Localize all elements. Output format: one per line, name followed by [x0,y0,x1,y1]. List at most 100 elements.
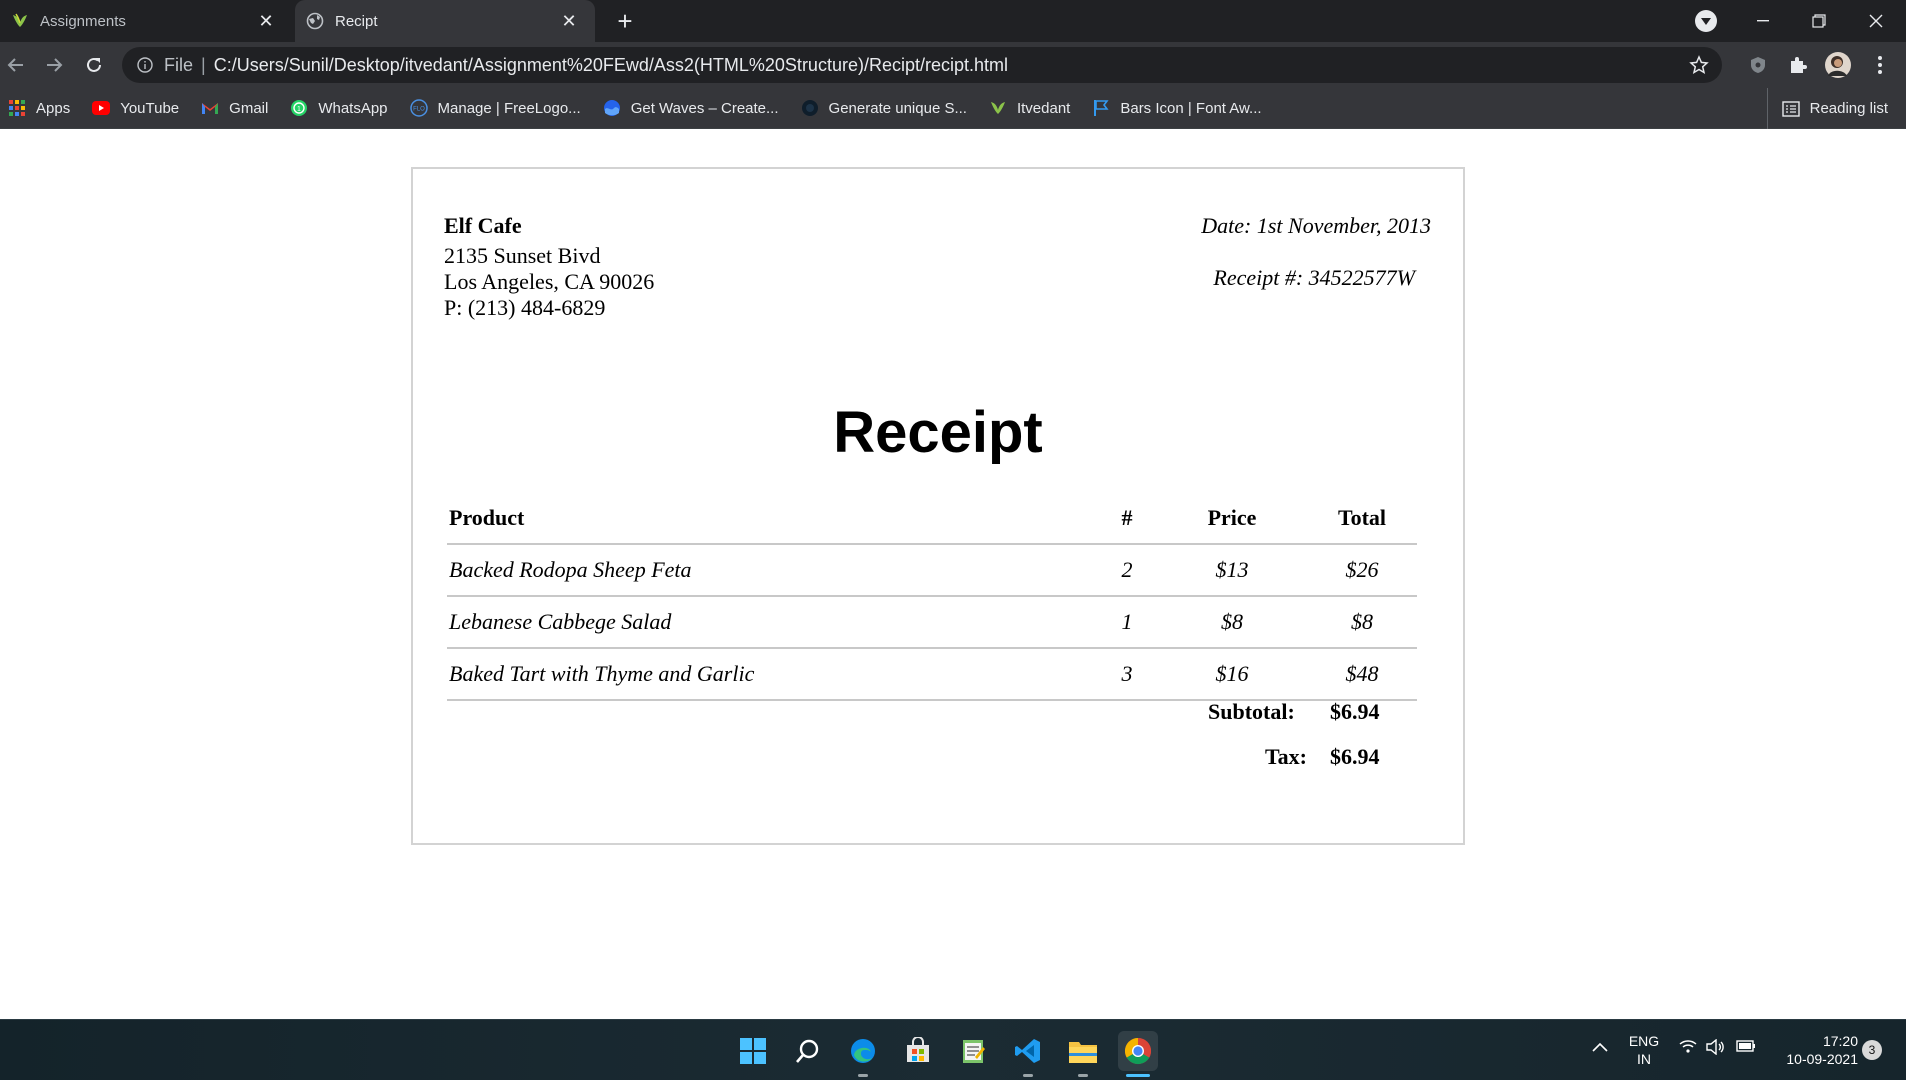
table-header-row: Product # Price Total [447,492,1417,545]
divider: | [201,54,206,75]
bookmark-star-icon[interactable] [1688,54,1710,76]
close-icon[interactable]: ✕ [254,9,278,33]
arrow-right-icon [47,58,63,72]
window-close-icon[interactable] [1848,0,1904,42]
store-icon[interactable] [898,1031,938,1071]
running-indicator [1023,1074,1033,1077]
page-title: Receipt [833,400,1043,465]
column-header-total: Total [1307,492,1417,545]
bookmark-generate[interactable]: Generate unique S... [793,93,975,123]
dark-circle-icon [801,99,819,117]
reading-list-button[interactable]: Reading list [1766,88,1906,129]
tab-assignments[interactable]: Assignments ✕ [0,0,292,42]
tax-label: Tax: [1265,744,1307,769]
restore-icon[interactable] [1791,0,1847,42]
bookmark-freelogo[interactable]: FLO Manage | FreeLogo... [402,93,589,123]
minimize-icon[interactable] [1735,0,1791,42]
table-row: Lebanese Cabbege Salad 1 $8 $8 [447,596,1417,649]
tab-recipt[interactable]: Recipt ✕ [295,0,595,42]
column-header-price: Price [1157,492,1307,545]
cell-total: $26 [1307,544,1417,597]
notepad-icon[interactable] [953,1031,993,1071]
bookmark-label: Get Waves – Create... [630,99,779,117]
company-address-line1: 2135 Sunset Bivd [444,243,601,268]
battery-icon[interactable] [1735,1039,1757,1057]
back-button[interactable] [0,49,32,81]
bookmark-youtube[interactable]: YouTube [84,93,187,123]
cell-qty: 2 [1097,544,1157,597]
running-indicator [858,1074,868,1077]
cell-product: Backed Rodopa Sheep Feta [447,544,1097,597]
bookmark-label: WhatsApp [318,99,388,117]
kebab-menu-icon[interactable] [1865,50,1895,80]
vscode-icon[interactable] [1008,1031,1048,1077]
subtotal-label: Subtotal: [1208,699,1295,724]
apps-grid-icon [8,99,26,117]
bookmark-itvedant[interactable]: Itvedant [981,93,1078,123]
shield-extension-icon[interactable] [1743,50,1773,80]
info-icon[interactable] [136,56,154,74]
notification-badge[interactable]: 3 [1862,1040,1882,1060]
bookmark-label: Generate unique S... [828,99,967,117]
avatar[interactable] [1823,50,1853,80]
whatsapp-icon: 1 [290,99,308,117]
extensions-puzzle-icon[interactable] [1783,50,1813,80]
reading-list-label: Reading list [1809,100,1888,117]
flag-icon [1092,99,1110,117]
browser-toolbar: File | C:/Users/Sunil/Desktop/itvedant/A… [0,42,1906,88]
bookmark-label: Gmail [229,99,269,117]
receipt-number: Receipt #: 34522577W [1213,265,1415,290]
bookmarks-bar: Apps YouTube Gmail 1 WhatsApp FLO Manage… [0,88,1906,129]
cell-qty: 1 [1097,596,1157,649]
items-table: Product # Price Total Backed Rodopa Shee… [447,492,1417,701]
tab-title: Assignments [40,12,126,30]
company-info: Elf Cafe 2135 Sunset Bivd Los Angeles, C… [444,213,654,321]
receipt-card: Elf Cafe 2135 Sunset Bivd Los Angeles, C… [411,167,1465,845]
close-icon[interactable]: ✕ [557,9,581,33]
column-header-qty: # [1097,492,1157,545]
cell-total: $48 [1307,648,1417,701]
tax-value: $6.94 [1330,744,1380,769]
forward-button[interactable] [38,49,70,81]
windows-start-icon[interactable] [733,1031,773,1071]
column-header-product: Product [447,492,1097,545]
tab-search-icon[interactable] [1695,10,1717,32]
address-bar[interactable]: File | C:/Users/Sunil/Desktop/itvedant/A… [122,47,1722,83]
cell-product: Baked Tart with Thyme and Garlic [447,648,1097,701]
cell-product: Lebanese Cabbege Salad [447,596,1097,649]
file-explorer-icon[interactable] [1063,1031,1103,1077]
search-icon[interactable] [788,1031,828,1071]
reload-button[interactable] [78,49,110,81]
itvedant-leaf-icon [10,11,30,31]
language-indicator[interactable]: ENG IN [1622,1032,1666,1068]
language-code: ENG [1628,1033,1660,1049]
svg-text:FLO: FLO [413,107,425,113]
waves-icon [603,99,621,117]
bookmark-whatsapp[interactable]: 1 WhatsApp [282,93,395,123]
windows-taskbar: ENG IN 17:20 10-09-2021 3 [0,1019,1906,1080]
globe-icon [305,11,325,31]
cell-price: $8 [1157,596,1307,649]
new-tab-button[interactable]: + [610,6,640,36]
bookmark-apps[interactable]: Apps [0,93,78,123]
company-phone: P: (213) 484-6829 [444,295,606,320]
table-row: Backed Rodopa Sheep Feta 2 $13 $26 [447,544,1417,597]
cell-price: $13 [1157,544,1307,597]
url-text[interactable]: C:/Users/Sunil/Desktop/itvedant/Assignme… [214,55,1008,76]
company-address-line2: Los Angeles, CA 90026 [444,269,655,294]
bookmark-label: Itvedant [1016,99,1071,117]
volume-icon[interactable] [1705,1038,1727,1059]
wifi-icon[interactable] [1677,1039,1699,1057]
clock[interactable]: 17:20 10-09-2021 [1772,1032,1858,1068]
youtube-icon [92,99,111,117]
receipt-date: Date: 1st November, 2013 [1201,213,1431,238]
chrome-icon[interactable] [1118,1031,1158,1077]
bookmark-label: YouTube [120,99,180,117]
chevron-up-icon[interactable] [1588,1038,1612,1056]
cell-qty: 3 [1097,648,1157,701]
bookmark-gmail[interactable]: Gmail [193,93,276,123]
running-indicator [1126,1074,1150,1077]
bookmark-fontawesome[interactable]: Bars Icon | Font Aw... [1084,93,1269,123]
bookmark-waves[interactable]: Get Waves – Create... [595,93,787,123]
edge-icon[interactable] [843,1031,883,1077]
